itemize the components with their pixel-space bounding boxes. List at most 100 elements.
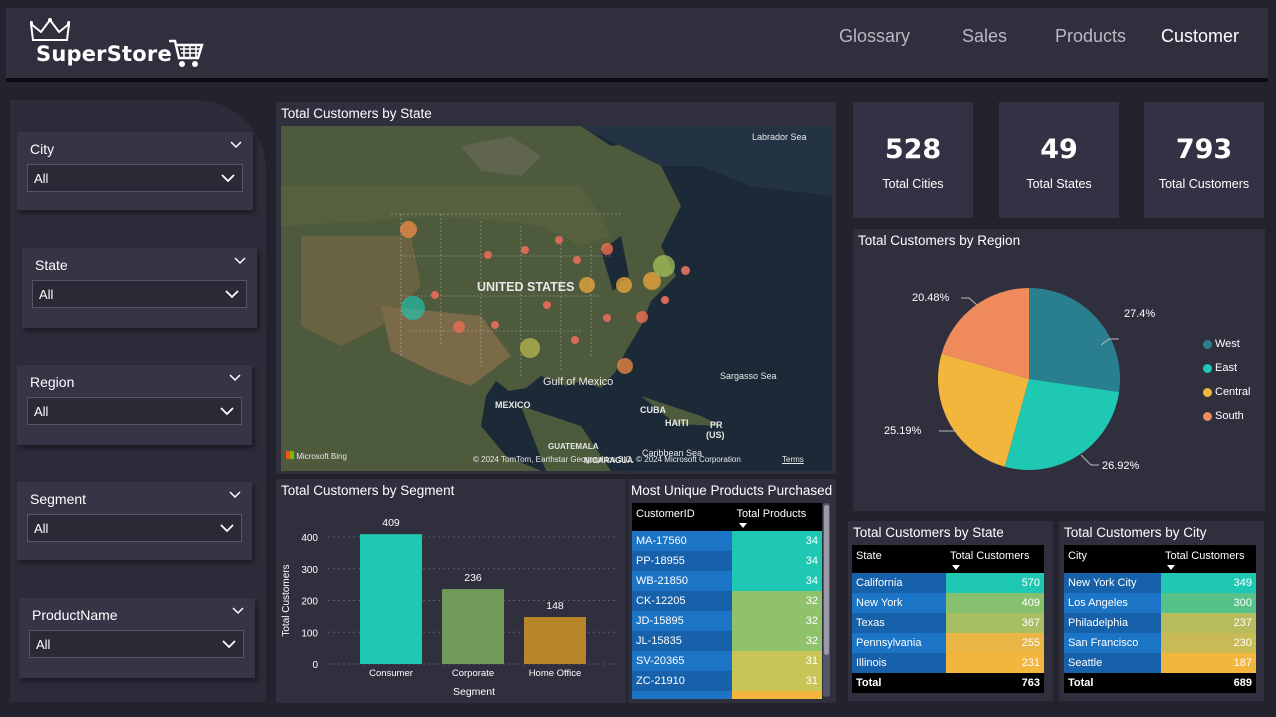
productname-dropdown[interactable]: All (29, 630, 244, 658)
map-bubble[interactable] (603, 314, 611, 322)
map-bubble[interactable] (653, 255, 675, 277)
table-row[interactable]: New York 409 (852, 593, 1044, 613)
map-bubble[interactable] (491, 321, 499, 329)
col-total-customers[interactable]: Total Customers (1161, 545, 1256, 573)
row-value: 367 (946, 613, 1044, 633)
sort-desc-icon (738, 523, 747, 528)
table-row[interactable]: PP-18955 34 (632, 551, 822, 571)
table-row[interactable]: Philadelphia 237 (1064, 613, 1256, 633)
row-label: Illinois (852, 653, 946, 673)
products-table: CustomerID Total Products MA-17560 34 PP-1… (632, 503, 822, 699)
col-total-customers[interactable]: Total Customers (946, 545, 1044, 573)
map-bubble[interactable] (400, 221, 417, 238)
map-bubble[interactable] (401, 296, 425, 320)
map-terrain (281, 126, 832, 471)
col-total-products[interactable]: Total Products (732, 503, 822, 531)
region-dropdown[interactable]: All (27, 397, 242, 425)
pie-leader-line (1080, 454, 1099, 466)
y-tick-label: 400 (301, 533, 318, 544)
legend-central[interactable]: Central (1215, 386, 1250, 398)
bar[interactable] (524, 617, 586, 664)
map-terms-link[interactable]: Terms (782, 455, 804, 464)
nav-customer[interactable]: Customer (1161, 26, 1239, 47)
scrollbar-thumb[interactable] (824, 505, 829, 655)
legend-east[interactable]: East (1215, 362, 1237, 374)
region-slicer-title: Region (30, 374, 75, 390)
legend-dot-west (1203, 340, 1212, 349)
productname-dropdown-value: All (36, 637, 51, 652)
map-bubble[interactable] (601, 243, 613, 255)
map-bubble[interactable] (636, 311, 648, 323)
map-label-haiti: HAITI (665, 418, 689, 428)
map-bubble[interactable] (543, 301, 551, 309)
col-city[interactable]: City (1064, 545, 1161, 573)
table-row[interactable]: WB-21850 34 (632, 571, 822, 591)
table-row[interactable]: San Francisco 230 (1064, 633, 1256, 653)
chevron-down-icon[interactable] (229, 138, 243, 152)
map-bubble[interactable] (520, 338, 540, 358)
row-value: 34 (732, 551, 822, 571)
map-bubble[interactable] (617, 358, 633, 374)
nav-sales[interactable]: Sales (962, 26, 1007, 47)
chevron-down-icon[interactable] (233, 254, 247, 268)
map-bubble[interactable] (521, 246, 529, 254)
table-total-row: Total 763 (852, 673, 1044, 693)
us-map[interactable]: Labrador Sea UNITED STATES Gulf of Mexic… (281, 126, 832, 471)
segment-dropdown-value: All (34, 521, 49, 536)
x-tick-label: Consumer (369, 668, 413, 679)
map-bubble[interactable] (555, 236, 563, 244)
map-label-labrador: Labrador Sea (752, 132, 807, 142)
legend-dot-south (1203, 412, 1212, 421)
table-row[interactable]: SV-20365 31 (632, 651, 822, 671)
map-bubble[interactable] (579, 277, 595, 293)
map-bubble[interactable] (431, 291, 439, 299)
chevron-down-icon[interactable] (231, 604, 245, 618)
map-bubble[interactable] (573, 256, 581, 264)
map-bubble[interactable] (681, 266, 690, 275)
bar-value-label: 409 (382, 517, 400, 529)
y-tick-label: 300 (301, 565, 318, 576)
map-bubble[interactable] (661, 296, 669, 304)
table-row[interactable]: Illinois 231 (852, 653, 1044, 673)
city-table-title: Total Customers by City (1064, 525, 1207, 540)
legend-west[interactable]: West (1215, 338, 1240, 350)
microsoft-logo-icon (286, 451, 294, 459)
col-customerid[interactable]: CustomerID (632, 503, 733, 531)
pie-label-central: 25.19% (884, 425, 922, 437)
chevron-down-icon[interactable] (228, 371, 242, 385)
table-row[interactable]: JD-15895 32 (632, 611, 822, 631)
row-label (632, 691, 732, 699)
map-bubble[interactable] (616, 277, 632, 293)
legend-south[interactable]: South (1215, 410, 1244, 422)
legend-dot-central (1203, 388, 1212, 397)
map-bubble[interactable] (453, 321, 465, 333)
nav-glossary[interactable]: Glossary (839, 26, 910, 47)
table-row[interactable]: Los Angeles 300 (1064, 593, 1256, 613)
table-row[interactable]: MA-17560 34 (632, 531, 822, 551)
table-row[interactable]: Pennsylvania 255 (852, 633, 1044, 653)
table-row[interactable]: Seattle 187 (1064, 653, 1256, 673)
chevron-down-icon[interactable] (228, 488, 242, 502)
map-bubble[interactable] (571, 336, 579, 344)
region-slicer: Region All (17, 365, 252, 445)
table-row[interactable]: JL-15835 32 (632, 631, 822, 651)
city-slicer-title: City (30, 141, 55, 157)
state-dropdown[interactable]: All (32, 280, 247, 308)
segment-bar-chart: 0 100 200 300 400 Total Customers Segment 409 Co… (281, 517, 616, 698)
table-row[interactable]: New York City 349 (1064, 573, 1256, 593)
col-state[interactable]: State (852, 545, 946, 573)
nav-products[interactable]: Products (1055, 26, 1126, 47)
table-row[interactable]: California 570 (852, 573, 1044, 593)
table-row[interactable]: Texas 367 (852, 613, 1044, 633)
bar[interactable] (442, 589, 504, 664)
segment-dropdown[interactable]: All (27, 514, 242, 542)
col-total-customers-label: Total Customers (1165, 550, 1245, 562)
city-dropdown[interactable]: All (27, 164, 243, 192)
table-row[interactable]: CK-12205 32 (632, 591, 822, 611)
pie-slice-west[interactable] (1029, 288, 1121, 392)
map-bubble[interactable] (484, 251, 492, 259)
kpi-value: 793 (1175, 134, 1233, 165)
bar[interactable] (360, 534, 422, 664)
table-row[interactable]: ZC-21910 31 (632, 671, 822, 691)
products-table-scrollbar[interactable] (823, 503, 830, 697)
